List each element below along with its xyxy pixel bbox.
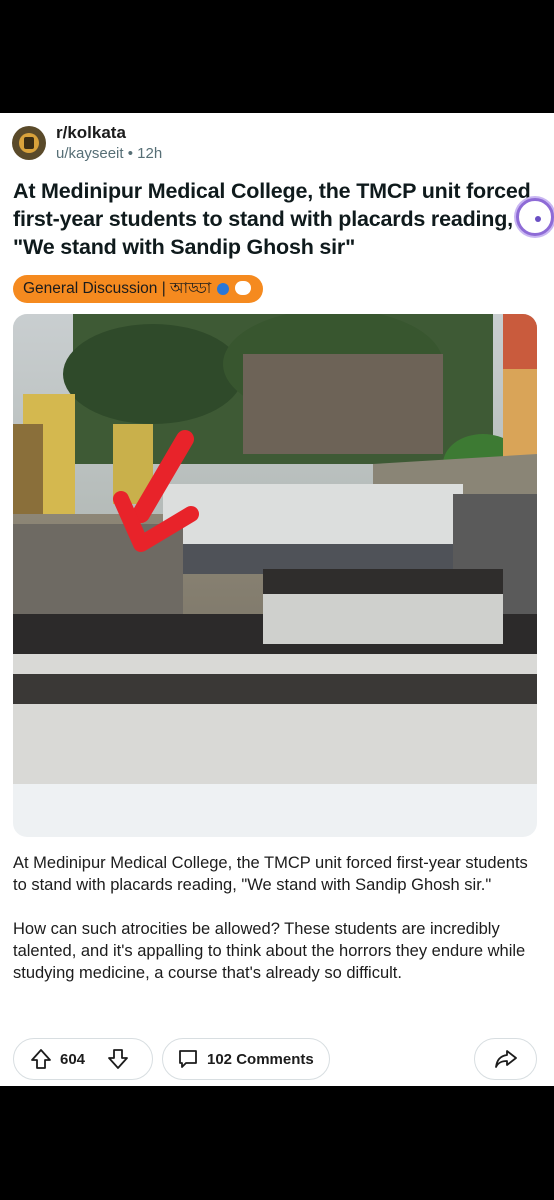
bottom-letterbox xyxy=(0,1086,554,1200)
share-arrow-icon xyxy=(494,1050,517,1068)
author-name[interactable]: u/kayseeit xyxy=(56,145,124,162)
blue-bubble-icon xyxy=(217,283,230,295)
post-media[interactable] xyxy=(13,314,537,837)
post-header: r/kolkata u/kayseeit • 12h xyxy=(12,123,162,163)
subreddit-avatar[interactable] xyxy=(12,126,46,160)
comments-button[interactable]: 102 Comments xyxy=(162,1038,330,1080)
share-button[interactable] xyxy=(474,1038,537,1080)
speech-bubble-icon xyxy=(235,281,252,295)
assistant-dot-icon xyxy=(535,216,541,222)
arrow-down-icon[interactable] xyxy=(107,1048,129,1070)
meta-separator: • xyxy=(127,145,133,162)
author-line: u/kayseeit • 12h xyxy=(56,143,162,164)
arrow-up-icon[interactable] xyxy=(30,1048,52,1070)
vote-control: 604 xyxy=(13,1038,153,1080)
reddit-post: r/kolkata u/kayseeit • 12h At Medinipur … xyxy=(0,113,554,1086)
comment-bubble-icon xyxy=(179,1050,197,1068)
flair-label: General Discussion | আড্ডা xyxy=(23,280,212,297)
subreddit-name[interactable]: r/kolkata xyxy=(56,122,162,143)
post-photo xyxy=(13,314,537,784)
post-actions: 604 102 Comments xyxy=(13,1038,537,1080)
post-body: At Medinipur Medical College, the TMCP u… xyxy=(13,852,543,1006)
floating-assistant-bubble[interactable] xyxy=(516,198,554,236)
top-letterbox xyxy=(0,0,554,113)
upvote-count: 604 xyxy=(60,1050,86,1068)
post-title[interactable]: At Medinipur Medical College, the TMCP u… xyxy=(13,177,538,261)
post-meta: r/kolkata u/kayseeit • 12h xyxy=(56,122,162,164)
avatar-emblem-detail xyxy=(24,137,34,149)
body-paragraph: How can such atrocities be allowed? Thes… xyxy=(13,920,526,982)
post-flair[interactable]: General Discussion | আড্ডা xyxy=(13,275,264,303)
post-age: 12h xyxy=(137,145,163,162)
comments-label: 102 Comments xyxy=(207,1050,314,1068)
body-paragraph: At Medinipur Medical College, the TMCP u… xyxy=(13,854,528,894)
